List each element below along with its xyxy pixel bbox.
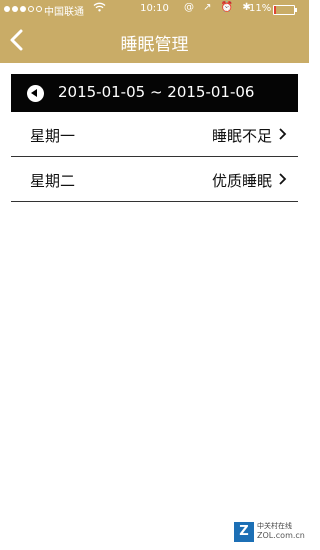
chevron-right-icon (279, 128, 287, 140)
sleep-status: 优质睡眠 (211, 172, 272, 190)
day-label: 星期二 (30, 172, 76, 190)
chevron-right-icon (279, 173, 287, 185)
status-bar: 中国联通 10:10 @ ↗ ⏰ ✱ 11% (0, 0, 309, 20)
day-label: 星期一 (30, 127, 76, 145)
status-indicator-icons: @ ↗ ⏰ ✱ (184, 2, 254, 13)
circle-left-arrow-icon[interactable] (27, 85, 44, 102)
zol-logo-icon: Z (234, 522, 254, 542)
battery-percent: 11% (249, 3, 272, 14)
battery-icon (273, 5, 297, 15)
date-range-label: 2015-01-05 ~ 2015-01-06 (58, 83, 255, 101)
list-item[interactable]: 星期二 优质睡眠 (11, 157, 298, 202)
watermark-cn: 中关村在线 (257, 522, 292, 530)
watermark-logo: Z 中关村在线 ZOL.com.cn (234, 520, 305, 544)
list-item[interactable]: 星期一 睡眠不足 (11, 112, 298, 157)
page-title: 睡眠管理 (120, 35, 189, 55)
sleep-status: 睡眠不足 (211, 127, 272, 145)
date-range-bar: 2015-01-05 ~ 2015-01-06 (11, 74, 298, 112)
watermark-en: ZOL.com.cn (257, 531, 305, 540)
top-bar: 中国联通 10:10 @ ↗ ⏰ ✱ 11% 睡眠管理 (0, 0, 309, 63)
